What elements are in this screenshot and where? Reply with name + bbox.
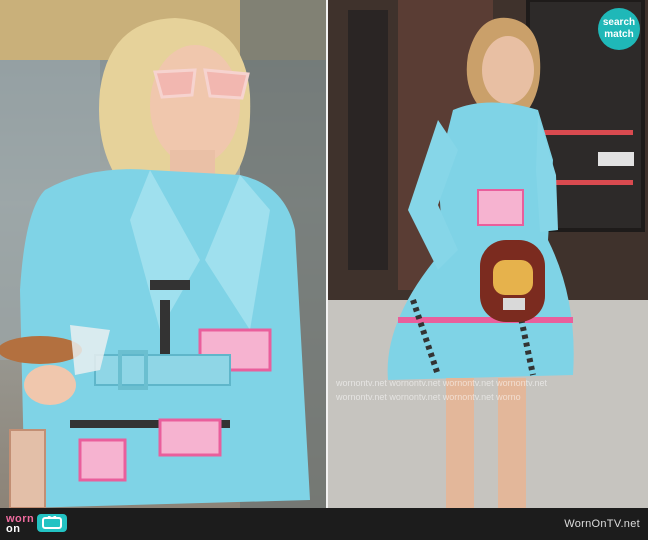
model-face bbox=[482, 36, 534, 104]
window-sign bbox=[598, 152, 634, 166]
tv-icon bbox=[37, 514, 68, 532]
watermark: wornontv.net wornontv.net wornontv.net w… bbox=[336, 376, 648, 404]
badge-line-2: match bbox=[604, 29, 634, 40]
tv-glyph bbox=[42, 516, 63, 529]
left-photo bbox=[0, 0, 326, 508]
watermark-row-1: wornontv.net wornontv.net wornontv.net w… bbox=[336, 378, 547, 388]
hot-dog bbox=[0, 336, 82, 364]
brand-text: worn on bbox=[6, 514, 34, 535]
handbag bbox=[9, 429, 46, 508]
sunglasses-right-lens bbox=[203, 68, 250, 100]
pink-menu-panel bbox=[477, 189, 524, 226]
checker-stripe bbox=[150, 280, 190, 290]
pink-menu-panel-lower bbox=[158, 418, 222, 457]
left-photo-illustration bbox=[0, 0, 326, 508]
search-match-badge[interactable]: search match bbox=[598, 8, 640, 50]
footer-bar: worn on WornOnTV.net bbox=[0, 508, 648, 540]
sunglasses-left-lens bbox=[153, 68, 197, 99]
neon-stripe bbox=[543, 130, 633, 135]
jukebox-front bbox=[493, 260, 533, 295]
jukebox-grille bbox=[503, 298, 525, 310]
badge-line-1: search bbox=[602, 17, 636, 28]
right-photo-illustration bbox=[328, 0, 648, 508]
coat-belt bbox=[94, 354, 231, 386]
brand-sub: on bbox=[6, 523, 21, 535]
face bbox=[150, 45, 240, 165]
doorway bbox=[348, 10, 388, 270]
pink-menu-panel-left bbox=[78, 438, 127, 482]
neon-stripe-2 bbox=[543, 180, 633, 185]
watermark-row-2: wornontv.net wornontv.net wornontv.net w… bbox=[336, 392, 521, 402]
brand-logo[interactable]: worn on bbox=[6, 514, 68, 535]
checker-stripe-vertical bbox=[160, 300, 170, 360]
right-photo: search match bbox=[328, 0, 648, 508]
hand bbox=[24, 365, 76, 405]
site-url[interactable]: WornOnTV.net bbox=[564, 518, 640, 530]
